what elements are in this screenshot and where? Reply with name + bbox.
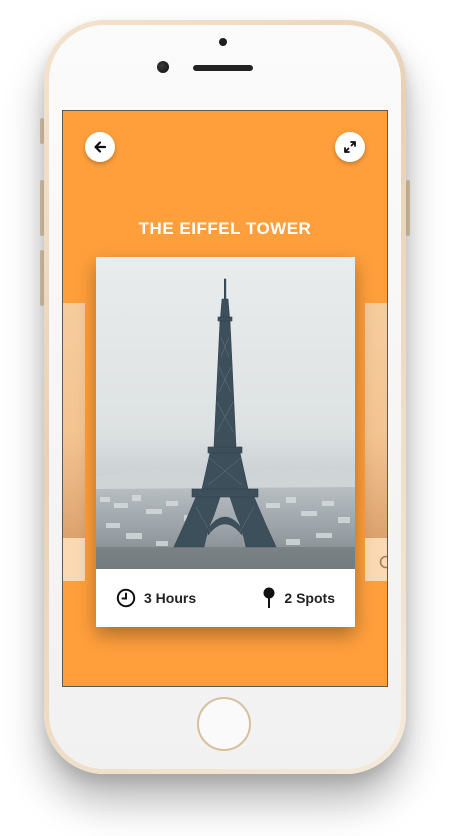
duration-label: 3 Hours [144, 590, 197, 606]
back-button[interactable] [85, 132, 115, 162]
front-camera [157, 61, 169, 73]
next-card-image [365, 303, 387, 538]
spots-label: 2 Spots [284, 590, 335, 606]
destination-card[interactable]: 3 Hours 2 Spots [96, 257, 355, 627]
app-screen: THE EIFFEL TOWER ts [62, 110, 388, 687]
previous-card-footer [63, 538, 85, 581]
duration-info: 3 Hours [116, 588, 196, 608]
expand-icon [344, 141, 356, 153]
page-title: THE EIFFEL TOWER [138, 219, 312, 238]
previous-card[interactable]: ts [63, 303, 85, 581]
previous-card-image [63, 303, 85, 538]
clock-icon [116, 588, 136, 608]
proximity-sensor [219, 38, 227, 46]
arrow-left-icon [94, 141, 107, 153]
home-button[interactable] [197, 697, 251, 751]
next-card[interactable] [365, 303, 387, 581]
spots-info: 2 Spots [262, 587, 335, 609]
clock-icon [379, 555, 387, 572]
power-button [406, 180, 410, 236]
map-pin-icon [263, 587, 275, 608]
previous-card-text: ts [63, 555, 64, 567]
eiffel-tower-photo [96, 257, 355, 569]
earpiece-speaker [193, 65, 253, 71]
expand-button[interactable] [335, 132, 365, 162]
card-footer: 3 Hours 2 Spots [96, 569, 355, 627]
